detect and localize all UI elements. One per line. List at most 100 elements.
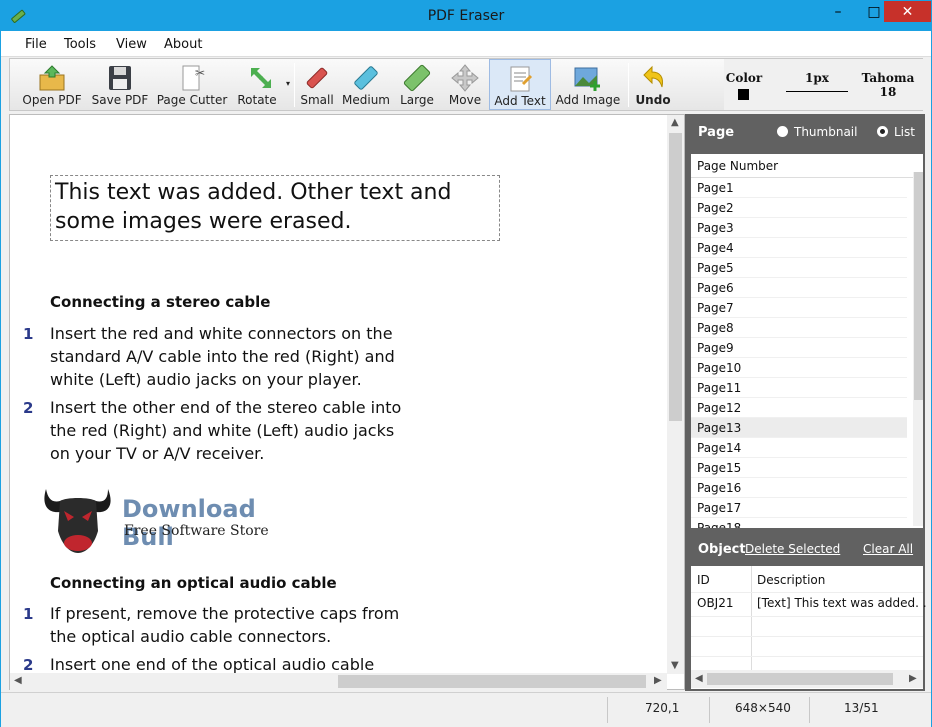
eraser-medium-button[interactable]: Medium bbox=[340, 59, 392, 110]
id-column-header[interactable]: ID bbox=[697, 573, 710, 587]
add-image-button[interactable]: Add Image bbox=[553, 59, 623, 110]
page-panel-header: Page Thumbnail List bbox=[685, 114, 925, 152]
page-list-item[interactable]: Page8 bbox=[691, 318, 907, 338]
clear-all-link[interactable]: Clear All bbox=[863, 542, 913, 556]
menu-view[interactable]: View bbox=[116, 37, 147, 52]
save-pdf-button[interactable]: Save PDF bbox=[88, 59, 152, 110]
scroll-right-icon[interactable]: ▶ bbox=[909, 673, 917, 684]
description-column-header[interactable]: Description bbox=[757, 573, 825, 587]
delete-selected-link[interactable]: Delete Selected bbox=[745, 542, 840, 556]
page-list-item[interactable]: Page14 bbox=[691, 438, 907, 458]
row-divider bbox=[691, 636, 923, 637]
page-list-item[interactable]: Page13 bbox=[691, 418, 907, 438]
step-text: If present, remove the protective caps f… bbox=[50, 604, 400, 646]
scroll-down-icon[interactable]: ▼ bbox=[671, 660, 679, 671]
logo-subtitle: Free Software Store bbox=[124, 523, 269, 539]
rotate-dropdown-icon[interactable]: ▾ bbox=[286, 79, 290, 88]
scroll-up-icon[interactable]: ▲ bbox=[671, 117, 679, 128]
page-list-item[interactable]: Page17 bbox=[691, 498, 907, 518]
minimize-button[interactable]: – bbox=[820, 1, 856, 23]
bull-head-icon bbox=[44, 489, 111, 553]
page-list[interactable]: Page Number Page1 Page2 Page3 Page4 Page5 Pag… bbox=[691, 154, 923, 528]
heading-optical: Connecting an optical audio cable bbox=[50, 574, 337, 592]
page-list-item[interactable]: Page1 bbox=[691, 178, 907, 198]
green-eraser-icon bbox=[403, 64, 431, 92]
blue-eraser-icon bbox=[354, 66, 378, 90]
menu-tools[interactable]: Tools bbox=[64, 37, 96, 52]
page-list-item[interactable]: Page3 bbox=[691, 218, 907, 238]
page-list-item[interactable]: Page7 bbox=[691, 298, 907, 318]
scroll-thumb[interactable] bbox=[338, 675, 646, 688]
font-size-label[interactable]: 18 bbox=[860, 85, 916, 99]
scissors-page-icon: ✂ bbox=[182, 65, 205, 91]
scroll-left-icon[interactable]: ◀ bbox=[695, 673, 703, 684]
move-arrows-icon bbox=[451, 64, 479, 92]
menu-bar: File Tools View About bbox=[1, 31, 931, 57]
menu-file[interactable]: File bbox=[25, 37, 47, 52]
format-options: Color 1px Tahoma 18 bbox=[724, 59, 924, 110]
color-swatch[interactable] bbox=[738, 89, 749, 100]
toolbar-separator bbox=[628, 63, 629, 107]
heading-stereo: Connecting a stereo cable bbox=[50, 293, 271, 311]
page-cutter-button[interactable]: ✂ Page Cutter bbox=[154, 59, 230, 110]
document-horizontal-scrollbar[interactable]: ◀ ▶ bbox=[10, 673, 667, 690]
step-text: Insert the red and white connectors on t… bbox=[50, 324, 395, 389]
radio-off-icon bbox=[777, 126, 788, 137]
document-canvas[interactable]: This text was added. Other text and some… bbox=[9, 114, 685, 690]
page-list-item[interactable]: Page15 bbox=[691, 458, 907, 478]
object-panel-title: Object bbox=[698, 542, 746, 557]
step-number: 1 bbox=[23, 325, 34, 343]
page-list-item[interactable]: Page12 bbox=[691, 398, 907, 418]
page-list-item[interactable]: Page11 bbox=[691, 378, 907, 398]
scroll-thumb[interactable] bbox=[914, 172, 923, 400]
page-list-item[interactable]: Page6 bbox=[691, 278, 907, 298]
font-name-label[interactable]: Tahoma bbox=[860, 71, 916, 85]
object-id-cell[interactable]: OBJ21 bbox=[697, 596, 734, 610]
red-eraser-icon bbox=[306, 67, 328, 89]
step-number: 2 bbox=[23, 656, 34, 674]
scroll-left-icon[interactable]: ◀ bbox=[14, 675, 22, 686]
page-list-item[interactable]: Page4 bbox=[691, 238, 907, 258]
menu-about[interactable]: About bbox=[164, 37, 202, 52]
add-image-icon bbox=[574, 67, 600, 91]
page-list-item[interactable]: Page10 bbox=[691, 358, 907, 378]
page-list-item[interactable]: Page18 bbox=[691, 518, 907, 528]
eraser-large-button[interactable]: Large bbox=[394, 59, 440, 110]
page-counter: 13/51 bbox=[844, 701, 879, 715]
thumbnail-radio[interactable]: Thumbnail bbox=[777, 125, 857, 139]
open-folder-icon bbox=[39, 65, 65, 91]
rotate-arrows-icon bbox=[251, 68, 271, 88]
move-button[interactable]: Move bbox=[444, 59, 486, 110]
document-vertical-scrollbar[interactable]: ▲ ▼ bbox=[667, 115, 684, 674]
undo-button[interactable]: Undo bbox=[632, 59, 674, 110]
page-list-item[interactable]: Page5 bbox=[691, 258, 907, 278]
list-radio[interactable]: List bbox=[877, 125, 915, 139]
page-list-scrollbar[interactable] bbox=[913, 172, 923, 526]
rotate-button[interactable]: Rotate ▾ bbox=[232, 59, 290, 110]
step-number: 1 bbox=[23, 605, 34, 623]
scroll-right-icon[interactable]: ▶ bbox=[654, 675, 662, 686]
window-title: PDF Eraser bbox=[427, 8, 505, 24]
toolbar: Open PDF Save PDF ✂ Page Cutter Rotate ▾… bbox=[9, 58, 924, 111]
object-list[interactable]: ID Description OBJ21 [Text] This text wa… bbox=[691, 566, 927, 689]
open-pdf-button[interactable]: Open PDF bbox=[16, 59, 88, 110]
eraser-small-button[interactable]: Small bbox=[298, 59, 336, 110]
title-bar: PDF Eraser – □ ✕ bbox=[1, 1, 931, 31]
object-description-cell[interactable]: [Text] This text was added. . bbox=[757, 596, 927, 610]
status-divider bbox=[709, 697, 710, 723]
page-list-item[interactable]: Page2 bbox=[691, 198, 907, 218]
scroll-thumb[interactable] bbox=[669, 133, 682, 421]
undo-arrow-icon bbox=[643, 65, 663, 88]
added-text-box[interactable]: This text was added. Other text and some… bbox=[50, 175, 500, 241]
page-list-item[interactable]: Page9 bbox=[691, 338, 907, 358]
object-list-scrollbar[interactable]: ◀ ▶ bbox=[691, 670, 923, 688]
status-divider bbox=[607, 697, 608, 723]
close-button[interactable]: ✕ bbox=[884, 1, 931, 22]
floppy-disk-icon bbox=[109, 66, 131, 90]
add-text-button[interactable]: Add Text bbox=[489, 59, 551, 110]
color-label: Color bbox=[725, 71, 763, 85]
scroll-thumb[interactable] bbox=[707, 673, 893, 685]
page-list-item[interactable]: Page16 bbox=[691, 478, 907, 498]
line-width-label[interactable]: 1px bbox=[784, 71, 850, 85]
page-number-column-header[interactable]: Page Number bbox=[691, 154, 923, 178]
